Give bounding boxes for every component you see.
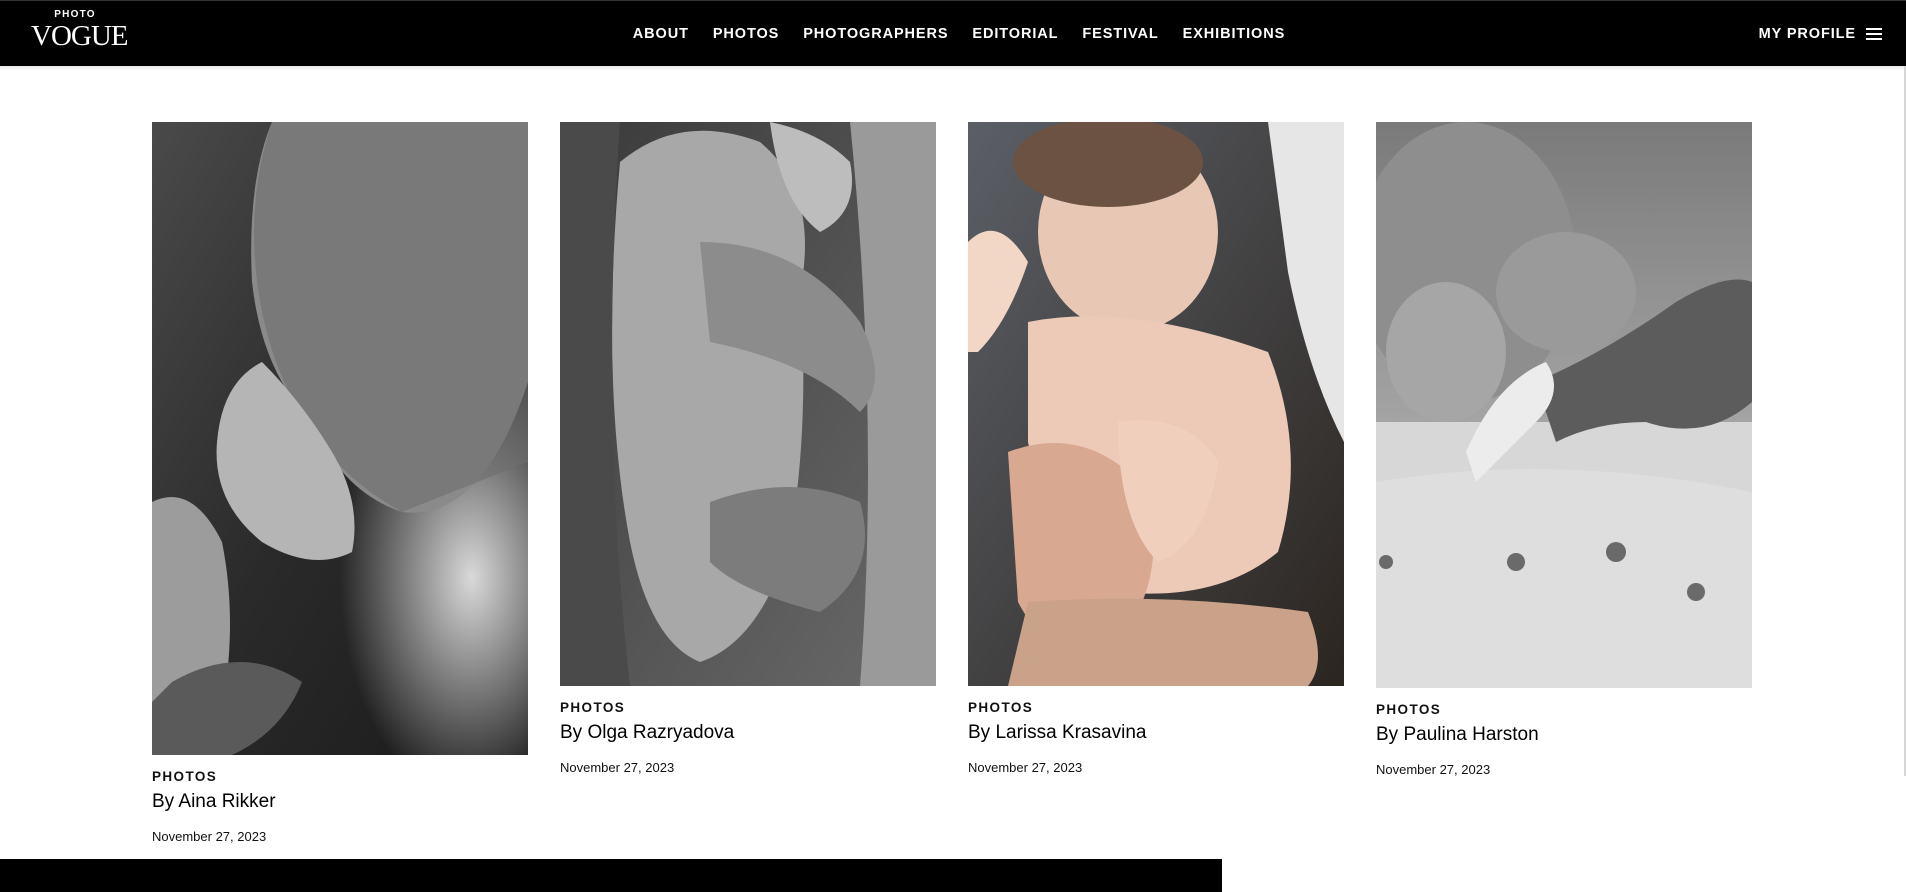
photo-image-1 bbox=[152, 122, 528, 755]
nav-about[interactable]: ABOUT bbox=[633, 26, 689, 42]
main-nav: ABOUT PHOTOS PHOTOGRAPHERS EDITORIAL FES… bbox=[0, 1, 1906, 67]
story-card[interactable]: PHOTOS By Paulina Harston November 27, 2… bbox=[1376, 122, 1752, 777]
nav-exhibitions[interactable]: EXHIBITIONS bbox=[1183, 26, 1286, 42]
baby-held-on-shoulder-photo[interactable] bbox=[560, 122, 936, 686]
card-date: November 27, 2023 bbox=[560, 760, 675, 775]
photo-image-3 bbox=[968, 122, 1344, 686]
photo-image-2 bbox=[560, 122, 936, 686]
card-rubric[interactable]: PHOTOS bbox=[1376, 702, 1752, 717]
nav-photographers[interactable]: PHOTOGRAPHERS bbox=[803, 26, 948, 42]
hamburger-menu-icon[interactable] bbox=[1866, 28, 1882, 40]
card-rubric[interactable]: PHOTOS bbox=[968, 700, 1344, 715]
photo-image-4 bbox=[1376, 122, 1752, 688]
card-title[interactable]: By Aina Rikker bbox=[152, 791, 528, 813]
card-title[interactable]: By Olga Razryadova bbox=[560, 722, 936, 744]
man-kissing-baby-foot-photo[interactable] bbox=[152, 122, 528, 755]
footer-bar bbox=[0, 859, 1222, 892]
my-profile-label: MY PROFILE bbox=[1758, 26, 1856, 42]
baby-sitting-in-hands-photo[interactable] bbox=[968, 122, 1344, 686]
site-header: PHOTO VOGUE ABOUT PHOTOS PHOTOGRAPHERS E… bbox=[0, 0, 1906, 66]
card-date: November 27, 2023 bbox=[1376, 762, 1491, 777]
nav-photos[interactable]: PHOTOS bbox=[713, 26, 779, 42]
my-profile-button[interactable]: MY PROFILE bbox=[1759, 1, 1882, 67]
nav-festival[interactable]: FESTIVAL bbox=[1082, 26, 1158, 42]
story-card[interactable]: PHOTOS By Olga Razryadova November 27, 2… bbox=[560, 122, 936, 775]
card-date: November 27, 2023 bbox=[152, 829, 267, 844]
card-title[interactable]: By Larissa Krasavina bbox=[968, 722, 1344, 744]
card-rubric[interactable]: PHOTOS bbox=[152, 769, 528, 784]
story-card[interactable]: PHOTOS By Aina Rikker November 27, 2023 bbox=[152, 122, 528, 844]
card-title[interactable]: By Paulina Harston bbox=[1376, 724, 1752, 746]
card-date: November 27, 2023 bbox=[968, 760, 1083, 775]
header-shadow bbox=[0, 66, 1906, 71]
nav-editorial[interactable]: EDITORIAL bbox=[972, 26, 1058, 42]
story-card[interactable]: PHOTOS By Larissa Krasavina November 27,… bbox=[968, 122, 1344, 775]
card-rubric[interactable]: PHOTOS bbox=[560, 700, 936, 715]
baby-holding-finger-photo[interactable] bbox=[1376, 122, 1752, 688]
